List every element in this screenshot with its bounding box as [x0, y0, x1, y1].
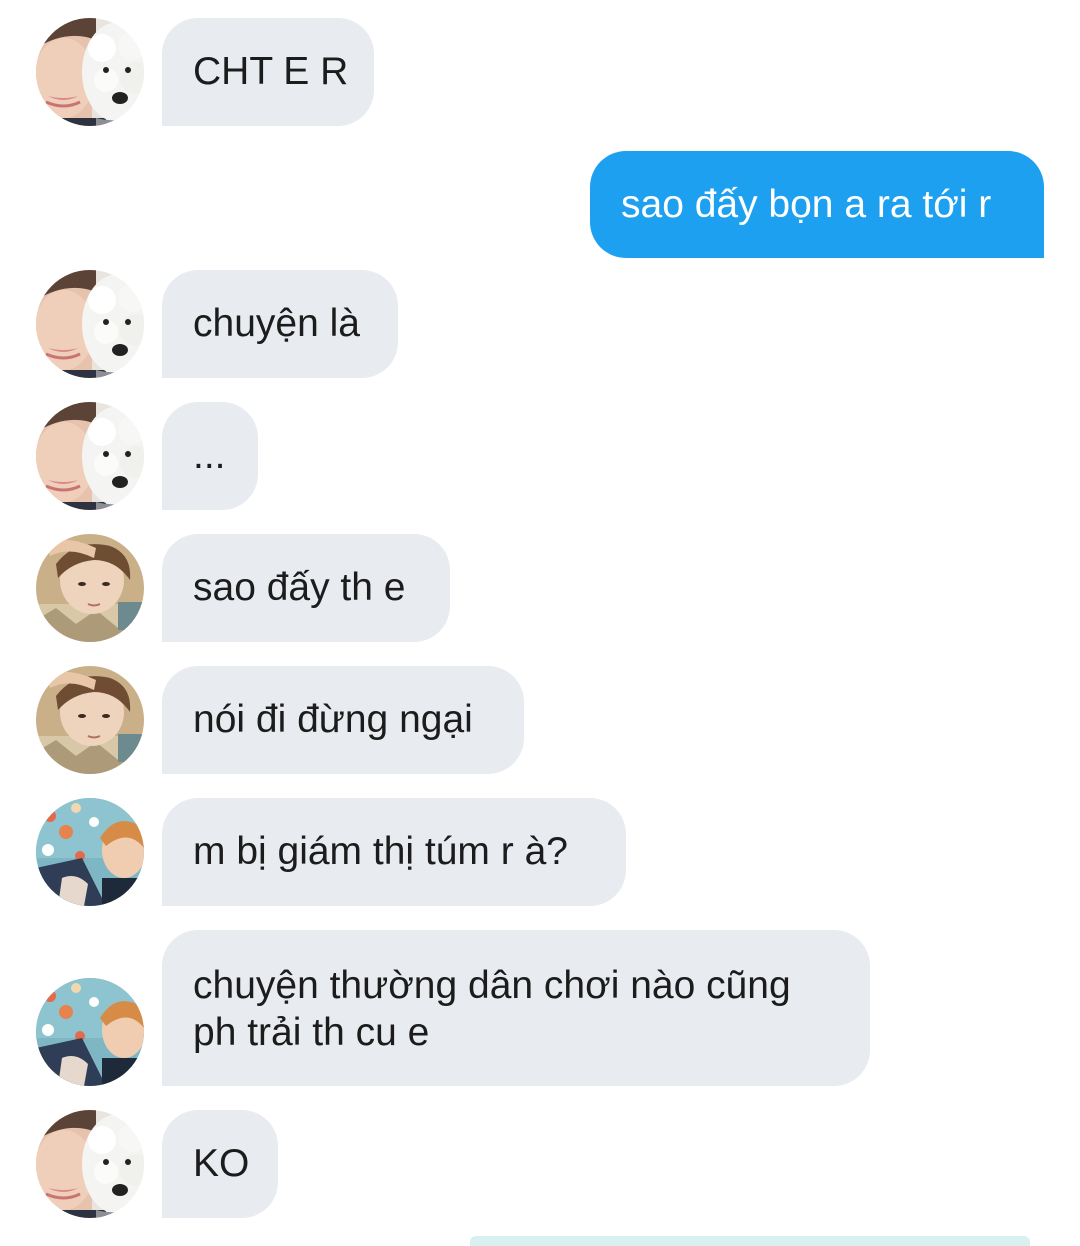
message-text: KO — [193, 1142, 250, 1185]
next-message-bubble-edge — [470, 1236, 1030, 1246]
profile-photo-icon — [36, 1110, 144, 1218]
profile-photo-icon — [36, 402, 144, 510]
outgoing-message-bubble[interactable]: sao đấy bọn a ra tới r — [590, 151, 1044, 258]
incoming-message-bubble[interactable]: chuyện là — [162, 270, 398, 378]
avatar[interactable] — [36, 534, 144, 642]
incoming-message-bubble[interactable]: sao đấy th e — [162, 534, 450, 642]
message-text: CHT E R — [193, 50, 349, 93]
avatar[interactable] — [36, 270, 144, 378]
incoming-message-bubble[interactable]: KO — [162, 1110, 278, 1218]
profile-photo-icon — [36, 534, 144, 642]
message-thread: CHT E R sao đấy bọn a ra tới r chuyện là… — [0, 0, 1080, 1246]
profile-photo-icon — [36, 798, 144, 906]
incoming-message-bubble[interactable]: ... — [162, 402, 258, 510]
message-text: chuyện thường dân chơi nào cũng ph trải … — [193, 964, 791, 1054]
avatar[interactable] — [36, 402, 144, 510]
avatar[interactable] — [36, 978, 144, 1086]
profile-photo-icon — [36, 978, 144, 1086]
message-text: ... — [193, 434, 226, 477]
profile-photo-icon — [36, 666, 144, 774]
avatar[interactable] — [36, 798, 144, 906]
avatar[interactable] — [36, 666, 144, 774]
profile-photo-icon — [36, 270, 144, 378]
incoming-message-bubble[interactable]: CHT E R — [162, 18, 374, 126]
incoming-message-bubble[interactable]: m bị giám thị túm r à? — [162, 798, 626, 906]
incoming-message-bubble[interactable]: nói đi đừng ngại — [162, 666, 524, 774]
avatar[interactable] — [36, 1110, 144, 1218]
profile-photo-icon — [36, 18, 144, 126]
message-text: sao đấy bọn a ra tới r — [621, 183, 992, 226]
incoming-message-bubble[interactable]: chuyện thường dân chơi nào cũng ph trải … — [162, 930, 870, 1086]
message-text: chuyện là — [193, 302, 360, 345]
message-text: sao đấy th e — [193, 566, 406, 609]
avatar[interactable] — [36, 18, 144, 126]
message-text: nói đi đừng ngại — [193, 698, 473, 741]
message-text: m bị giám thị túm r à? — [193, 830, 568, 873]
